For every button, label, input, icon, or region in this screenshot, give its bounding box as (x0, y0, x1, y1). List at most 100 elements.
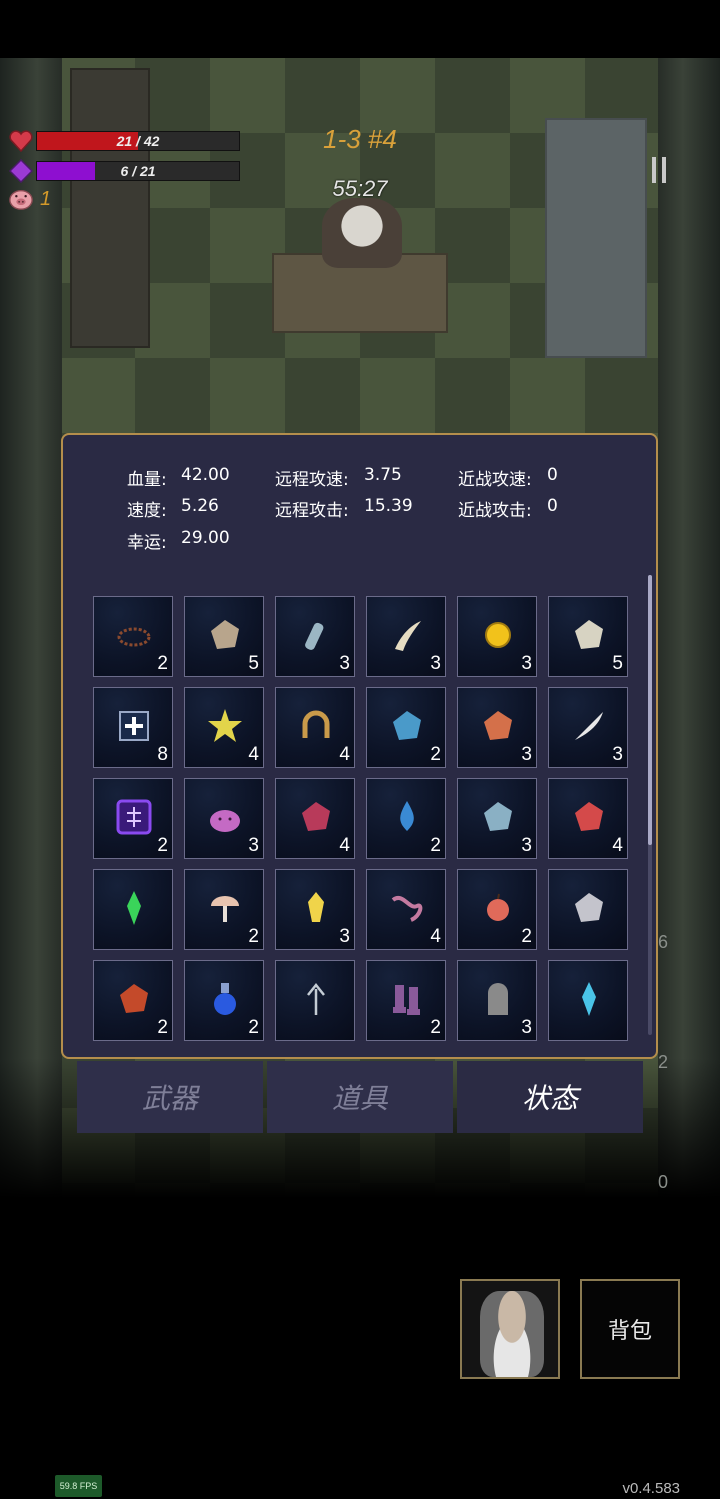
item-count: 3 (612, 744, 623, 765)
inventory-slot[interactable] (548, 960, 628, 1041)
item-count: 2 (248, 926, 259, 947)
character-portrait-button[interactable] (460, 1279, 560, 1379)
left-wall (0, 58, 62, 1198)
inventory-slot[interactable]: 8 (93, 687, 173, 768)
green-crystal-icon (114, 888, 154, 928)
backpack-button[interactable]: 背包 (580, 1279, 680, 1379)
item-count: 3 (339, 653, 350, 674)
feather-icon (569, 706, 609, 746)
apple-icon (478, 888, 518, 928)
yellow-gem-icon (296, 888, 336, 928)
inventory-slot[interactable]: 2 (457, 869, 537, 950)
coin-row: 1 (8, 186, 51, 212)
inventory-slot[interactable]: 4 (275, 778, 355, 859)
blue-potion-icon (205, 979, 245, 1019)
item-count: 5 (612, 653, 623, 674)
inventory-slot[interactable]: 3 (275, 596, 355, 677)
merchant-npc[interactable] (322, 198, 402, 268)
item-count: 2 (430, 744, 441, 765)
item-count: 3 (339, 926, 350, 947)
gold-coin-icon (478, 615, 518, 655)
item-count: 2 (430, 1017, 441, 1038)
stat-luck-value: 29.00 (181, 528, 230, 548)
inventory-slot[interactable]: 3 (366, 596, 446, 677)
stat-speed-label: 速度: (127, 501, 167, 521)
inventory-slot[interactable]: 2 (93, 778, 173, 859)
coin-count: 1 (40, 187, 52, 210)
thorn-crown-icon (114, 615, 154, 655)
inventory-slot[interactable]: 2 (366, 687, 446, 768)
pause-icon (662, 157, 666, 183)
stat-speed-value: 5.26 (181, 496, 219, 516)
hp-text: 21 / 42 (116, 133, 160, 149)
inventory-slot[interactable]: 4 (275, 687, 355, 768)
inventory-slot[interactable]: 2 (93, 596, 173, 677)
fire-heart-icon (114, 979, 154, 1019)
heart-icon (8, 128, 34, 154)
scrollbar-thumb[interactable] (648, 575, 652, 845)
inventory-slot[interactable]: 3 (457, 687, 537, 768)
right-wall (658, 58, 720, 1198)
side-counter: 0 (658, 1172, 669, 1192)
item-count: 2 (430, 835, 441, 856)
stat-ranged-speed-label: 远程攻速: (275, 470, 349, 490)
pause-button[interactable] (638, 150, 680, 190)
status-panel: 血量: 42.00 速度: 5.26 幸运: 29.00 远程攻速: 3.75 … (61, 433, 658, 1059)
item-count: 5 (248, 653, 259, 674)
inventory-slot[interactable]: 4 (366, 869, 446, 950)
inventory-slot[interactable] (93, 869, 173, 950)
inventory-slot[interactable] (548, 869, 628, 950)
inventory-slot[interactable]: 5 (184, 596, 264, 677)
stone-pillar (545, 118, 647, 358)
dwarf-face-icon (480, 1291, 544, 1377)
run-timer: 55:27 (332, 176, 388, 201)
inventory-slot[interactable]: 2 (366, 778, 446, 859)
inventory-scrollbar[interactable] (648, 575, 652, 1035)
fps-counter: 59.8 FPS (55, 1475, 102, 1497)
stat-ranged-attack-value: 15.39 (364, 496, 413, 516)
inventory-slot[interactable]: 2 (184, 869, 264, 950)
inventory-slot[interactable]: 3 (457, 778, 537, 859)
inventory-slot[interactable]: 3 (457, 596, 537, 677)
stat-melee-attack-label: 近战攻击: (458, 501, 532, 521)
inventory-slot[interactable]: 5 (548, 596, 628, 677)
inventory-slot[interactable]: 4 (184, 687, 264, 768)
item-count: 3 (521, 835, 532, 856)
inventory-slot[interactable]: 4 (548, 778, 628, 859)
feather-skull-icon (478, 706, 518, 746)
inventory-slot[interactable]: 3 (457, 960, 537, 1041)
slime-icon (205, 797, 245, 837)
hp-row: 21 / 42 (8, 128, 240, 154)
flower-icon (569, 797, 609, 837)
stat-melee-speed-value: 0 (547, 465, 558, 485)
item-count: 2 (157, 835, 168, 856)
arrow-icon (296, 979, 336, 1019)
stat-hp-label: 血量: (127, 470, 167, 490)
inventory-slot[interactable]: 3 (548, 687, 628, 768)
inventory-slot[interactable]: 3 (184, 778, 264, 859)
item-count: 2 (248, 1017, 259, 1038)
boots-icon (387, 979, 427, 1019)
inventory-slot[interactable]: 2 (93, 960, 173, 1041)
horseshoe-icon (296, 706, 336, 746)
stats-section: 血量: 42.00 速度: 5.26 幸运: 29.00 远程攻速: 3.75 … (63, 435, 656, 575)
water-drop-icon (387, 797, 427, 837)
version-label: v0.4.583 (622, 1480, 680, 1497)
pause-icon (652, 157, 656, 183)
tab-weapons[interactable]: 武器 (77, 1061, 263, 1133)
silver-ore-icon (569, 888, 609, 928)
level-indicator: 1-3 #4 (323, 124, 397, 154)
blue-crystal-icon (569, 979, 609, 1019)
spellbook-icon (387, 706, 427, 746)
tab-props[interactable]: 道具 (267, 1061, 453, 1133)
mp-bar: 6 / 21 (36, 161, 240, 181)
red-book-icon (296, 797, 336, 837)
item-count: 4 (430, 926, 441, 947)
tab-status[interactable]: 状态 (457, 1061, 643, 1133)
inventory-slot[interactable]: 2 (366, 960, 446, 1041)
inventory-slot[interactable]: 2 (184, 960, 264, 1041)
worm-icon (387, 888, 427, 928)
inventory-slot[interactable]: 3 (275, 869, 355, 950)
inventory-slot[interactable] (275, 960, 355, 1041)
stat-ranged-speed-value: 3.75 (364, 465, 402, 485)
